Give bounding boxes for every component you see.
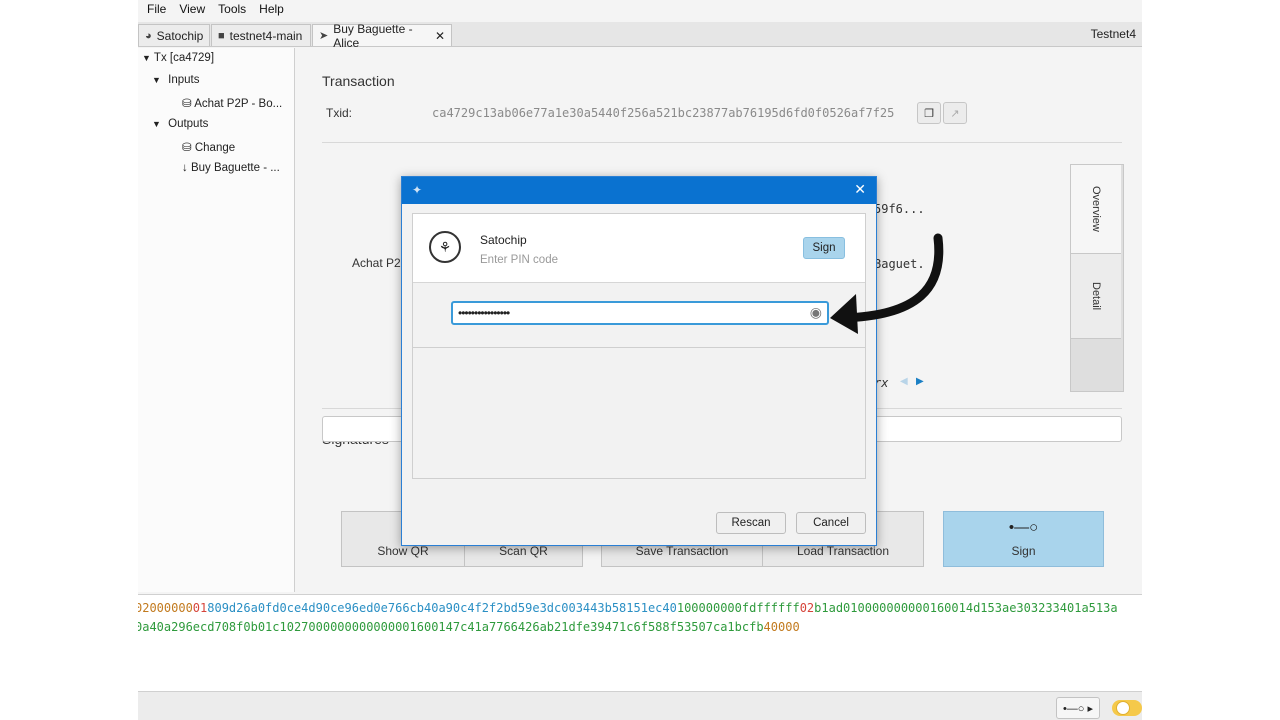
- hex-line: 0a40a296ecd708f0b01c10270000000000000016…: [138, 620, 800, 634]
- hex-segment: 40000: [763, 620, 800, 634]
- hex-panel: 0200000001809d26a0fd0ce4d90ce96ed0e766cb…: [138, 594, 1142, 691]
- save-transaction-label: Save Transaction: [635, 544, 729, 558]
- tree-item-change[interactable]: ⛁ Change: [182, 140, 235, 154]
- open-external-button[interactable]: ↗: [943, 102, 967, 124]
- tree-label: Achat P2P - Bo...: [194, 98, 283, 110]
- server-toggle[interactable]: [1112, 700, 1142, 716]
- chevron-down-icon[interactable]: ▼: [152, 119, 161, 129]
- wallet-icon: ◕: [145, 29, 152, 42]
- chevron-right-icon[interactable]: ▶: [916, 376, 924, 387]
- wallet-icon: ■: [218, 29, 225, 42]
- send-icon: ➤: [319, 30, 329, 42]
- scan-qr-label: Scan QR: [499, 544, 548, 558]
- tab-label: testnet4-main: [229, 28, 303, 43]
- rescan-label: Rescan: [731, 517, 771, 529]
- hex-line: 0200000001809d26a0fd0ce4d90ce96ed0e766cb…: [138, 601, 1118, 615]
- hex-segment: 01: [192, 601, 208, 615]
- hex-segment: 02: [799, 601, 815, 615]
- menu-help[interactable]: Help: [259, 2, 284, 16]
- sign-button[interactable]: •—○ Sign: [943, 511, 1104, 567]
- menu-view[interactable]: View: [179, 2, 205, 16]
- tab-detail[interactable]: Detail: [1071, 254, 1121, 339]
- annotation-arrow: [830, 233, 944, 334]
- coins-icon: ⛁: [182, 142, 192, 154]
- status-bar: •—○ ▸: [138, 691, 1142, 720]
- tree-label: Tx [ca4729]: [153, 52, 215, 64]
- hex-segment: 0a40a296ecd708f0b01c10270000000000000016…: [138, 620, 764, 634]
- hex-segment: 809d26a0fd0ce4d90ce96ed0e766cb40a90c4f2f…: [207, 601, 677, 615]
- tab-label: Detail: [1090, 281, 1102, 311]
- tree-label: Inputs: [168, 74, 200, 86]
- chevron-down-icon[interactable]: ▼: [152, 75, 161, 85]
- rescan-button[interactable]: Rescan: [716, 512, 786, 534]
- chevron-down-icon[interactable]: ▼: [142, 53, 151, 63]
- input-label-fragment: Achat P2F: [352, 256, 409, 270]
- usb-icon: •—○: [1008, 519, 1039, 536]
- transaction-tree: ▼ Tx [ca4729] ▼ Inputs ⛁ Achat P2P - Bo.…: [138, 48, 295, 592]
- device-name: Satochip: [480, 233, 527, 247]
- load-transaction-label: Load Transaction: [796, 544, 890, 558]
- hex-segment: fdffffff: [741, 601, 800, 615]
- tab-label: Overview: [1090, 186, 1102, 232]
- txid-label: Txid:: [326, 106, 353, 120]
- device-row: ⚘ Satochip Enter PIN code Sign: [413, 214, 865, 283]
- cancel-button[interactable]: Cancel: [796, 512, 866, 534]
- menu-bar: File View Tools Help: [138, 0, 1142, 18]
- hex-segment: 02000000: [138, 601, 193, 615]
- view-tabs: Overview Detail: [1070, 164, 1124, 392]
- tab-buy-baguette[interactable]: ➤ Buy Baguette - Alice ✕: [312, 22, 452, 50]
- close-icon[interactable]: ✕: [854, 181, 866, 198]
- connection-toggle[interactable]: •—○ ▸: [1056, 697, 1100, 719]
- pin-input[interactable]: •••••••••••••••• ◉: [451, 301, 829, 325]
- show-qr-label: Show QR: [377, 544, 429, 558]
- hex-segment: 100000000: [676, 601, 742, 615]
- copy-icon: ❐: [924, 107, 934, 120]
- tab-bar: ◕ Satochip ■ testnet4-main ➤ Buy Baguett…: [138, 22, 1142, 50]
- cancel-label: Cancel: [813, 517, 849, 529]
- copy-button[interactable]: ❐: [917, 102, 941, 124]
- tab-testnet4-main[interactable]: ■ testnet4-main: [211, 24, 311, 46]
- tree-label: Change: [194, 142, 236, 154]
- tree-item-tx[interactable]: ▼ Tx [ca4729]: [142, 52, 214, 64]
- tab-label: Satochip: [156, 28, 204, 43]
- device-prompt: Enter PIN code: [480, 254, 558, 266]
- coins-icon: ⛁: [182, 98, 192, 110]
- toggle-knob: [1116, 701, 1130, 715]
- pin-mask: ••••••••••••••••: [458, 306, 510, 320]
- sign-label: Sign: [1011, 544, 1036, 558]
- pin-entry-area: •••••••••••••••• ◉: [413, 283, 865, 348]
- tree-item-payment[interactable]: ↓ Buy Baguette - ...: [182, 162, 280, 174]
- sign-dialog: ✦ ✕ ⚘ Satochip Enter PIN code Sign •••••…: [401, 176, 877, 546]
- menu-file[interactable]: File: [147, 2, 166, 16]
- tree-label: Outputs: [168, 118, 209, 130]
- input-hash-fragment: 59f6...: [874, 202, 925, 216]
- tree-item-outputs[interactable]: ▼ Outputs: [152, 118, 208, 130]
- tree-item-input[interactable]: ⛁ Achat P2P - Bo...: [182, 96, 282, 110]
- satochip-logo-icon: ⚘: [429, 231, 461, 263]
- device-list: ⚘ Satochip Enter PIN code Sign •••••••••…: [412, 213, 866, 479]
- arrow-head: [830, 294, 858, 334]
- tab-label: Buy Baguette - Alice: [333, 21, 413, 50]
- external-link-icon: ↗: [950, 107, 960, 120]
- usb-icon: •—○ ▸: [1062, 702, 1094, 715]
- chevron-left-icon[interactable]: ◀: [900, 376, 908, 387]
- divider: [322, 142, 1122, 143]
- tab-overview[interactable]: Overview: [1071, 165, 1121, 254]
- dialog-titlebar: ✦ ✕: [402, 177, 876, 204]
- app-logo-icon: ✦: [412, 183, 423, 197]
- tree-item-inputs[interactable]: ▼ Inputs: [152, 74, 199, 86]
- txid-value[interactable]: ca4729c13ab06e77a1e30a5440f256a521bc2387…: [432, 106, 894, 120]
- hex-segment: b1ad010000000000160014d153ae303233401a51…: [814, 601, 1118, 615]
- menu-tools[interactable]: Tools: [218, 2, 246, 16]
- network-label: Testnet4: [1090, 27, 1136, 41]
- tab-satochip[interactable]: ◕ Satochip: [138, 24, 210, 46]
- arrow-down-icon: ↓: [182, 162, 188, 174]
- transaction-title: Transaction: [322, 73, 395, 89]
- close-icon[interactable]: ✕: [435, 29, 445, 43]
- tree-label: Buy Baguette - ...: [190, 162, 280, 174]
